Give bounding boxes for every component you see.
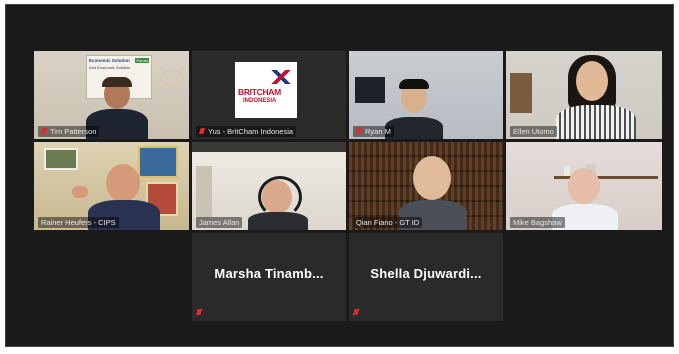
participant-name-label: Qian Fiano - GT ID bbox=[353, 217, 423, 228]
muted-mic-icon bbox=[356, 127, 362, 136]
participant-tile-mike-bagshaw[interactable]: Mike Bagshaw bbox=[506, 142, 662, 230]
bookshelf bbox=[510, 73, 532, 113]
wall-tv bbox=[355, 77, 385, 103]
participant-tile-britcham[interactable]: BRITCHAM INDONESIA Yus - BritCham Indone… bbox=[192, 51, 346, 139]
participant-name-label: Yus - BritCham Indonesia bbox=[196, 126, 297, 137]
muted-mic-icon bbox=[199, 127, 205, 136]
participant-tile-shella[interactable]: Shella Djuwardi... bbox=[349, 233, 503, 321]
logo-text-indonesia: INDONESIA bbox=[243, 98, 277, 104]
britcham-logo: BRITCHAM INDONESIA bbox=[235, 62, 297, 118]
participant-tile-tim-patterson[interactable]: Economic Solution Forum And Economic Sol… bbox=[34, 51, 189, 139]
poster-subtitle: And Economic Solution bbox=[89, 65, 131, 70]
poster-tag: Forum bbox=[135, 58, 149, 63]
participant-name-label: James Allan bbox=[196, 217, 243, 228]
participant-display-name: Shella Djuwardi... bbox=[370, 266, 482, 281]
participant-tile-ryan[interactable]: Ryan M bbox=[349, 51, 503, 139]
muted-mic-icon bbox=[41, 127, 47, 136]
participant-name-label: Ryan M bbox=[353, 126, 394, 137]
participant-tile-ellen[interactable]: Ellen Utomo bbox=[506, 51, 662, 139]
participant-name-label: Mike Bagshaw bbox=[510, 217, 565, 228]
participant-name-label: Ellen Utomo bbox=[510, 126, 557, 137]
participant-display-name: Marsha Tinamb... bbox=[214, 266, 324, 281]
participant-tile-james-allan[interactable]: James Allan bbox=[192, 142, 346, 230]
zoom-gallery-view: Economic Solution Forum And Economic Sol… bbox=[5, 4, 674, 347]
logo-text-britcham: BRITCHAM bbox=[238, 87, 281, 97]
muted-mic-icon bbox=[196, 309, 202, 317]
participant-name-label: Rainer Heufers - CIPS bbox=[38, 217, 119, 228]
participant-name-label: Tim Patterson bbox=[38, 126, 100, 137]
muted-mic-icon bbox=[353, 309, 359, 317]
participant-tile-qian-fiano[interactable]: Qian Fiano - GT ID bbox=[349, 142, 503, 230]
union-flag-graphic bbox=[271, 70, 291, 84]
participant-tile-rainer-heufers[interactable]: Rainer Heufers - CIPS bbox=[34, 142, 189, 230]
participant-tile-marsha[interactable]: Marsha Tinamb... bbox=[192, 233, 346, 321]
